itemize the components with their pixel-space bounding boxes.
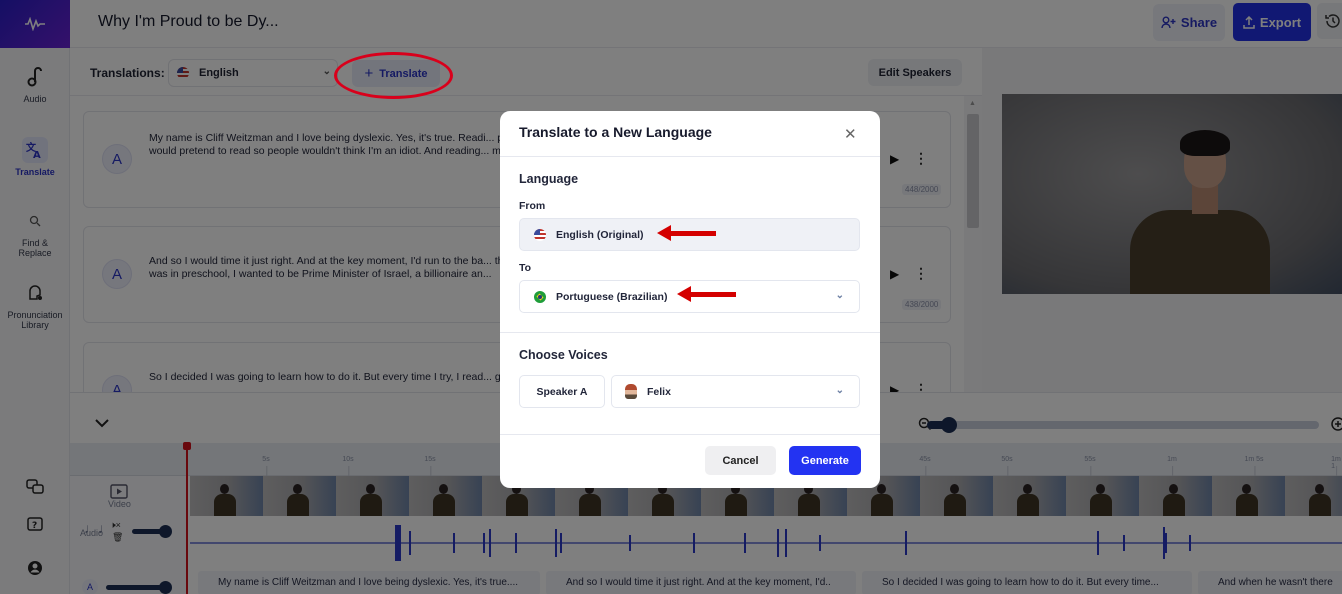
speaker-a-label: Speaker A: [519, 375, 605, 408]
chevron-down-icon: ⌄: [835, 385, 844, 396]
divider: [500, 434, 880, 435]
generate-button[interactable]: Generate: [789, 446, 861, 475]
close-icon[interactable]: ✕: [844, 125, 857, 143]
brazil-flag-icon: [534, 290, 546, 303]
annotation-arrow: [657, 225, 716, 241]
divider: [500, 156, 880, 157]
voices-section-heading: Choose Voices: [519, 348, 608, 362]
from-language-value: English (Original): [556, 228, 644, 241]
chevron-down-icon: ⌄: [835, 290, 844, 301]
dialog-title: Translate to a New Language: [519, 124, 712, 140]
us-flag-icon: [534, 228, 546, 241]
to-label: To: [519, 262, 532, 274]
annotation-circle: [334, 52, 453, 99]
voice-value: Felix: [647, 385, 671, 398]
divider: [500, 332, 880, 333]
cancel-button[interactable]: Cancel: [705, 446, 776, 475]
annotation-arrow: [677, 286, 736, 302]
voice-select[interactable]: Felix ⌄: [611, 375, 860, 408]
from-label: From: [519, 200, 546, 212]
voice-avatar: [625, 384, 637, 399]
language-section-heading: Language: [519, 172, 579, 186]
to-language-value: Portuguese (Brazilian): [556, 290, 668, 303]
